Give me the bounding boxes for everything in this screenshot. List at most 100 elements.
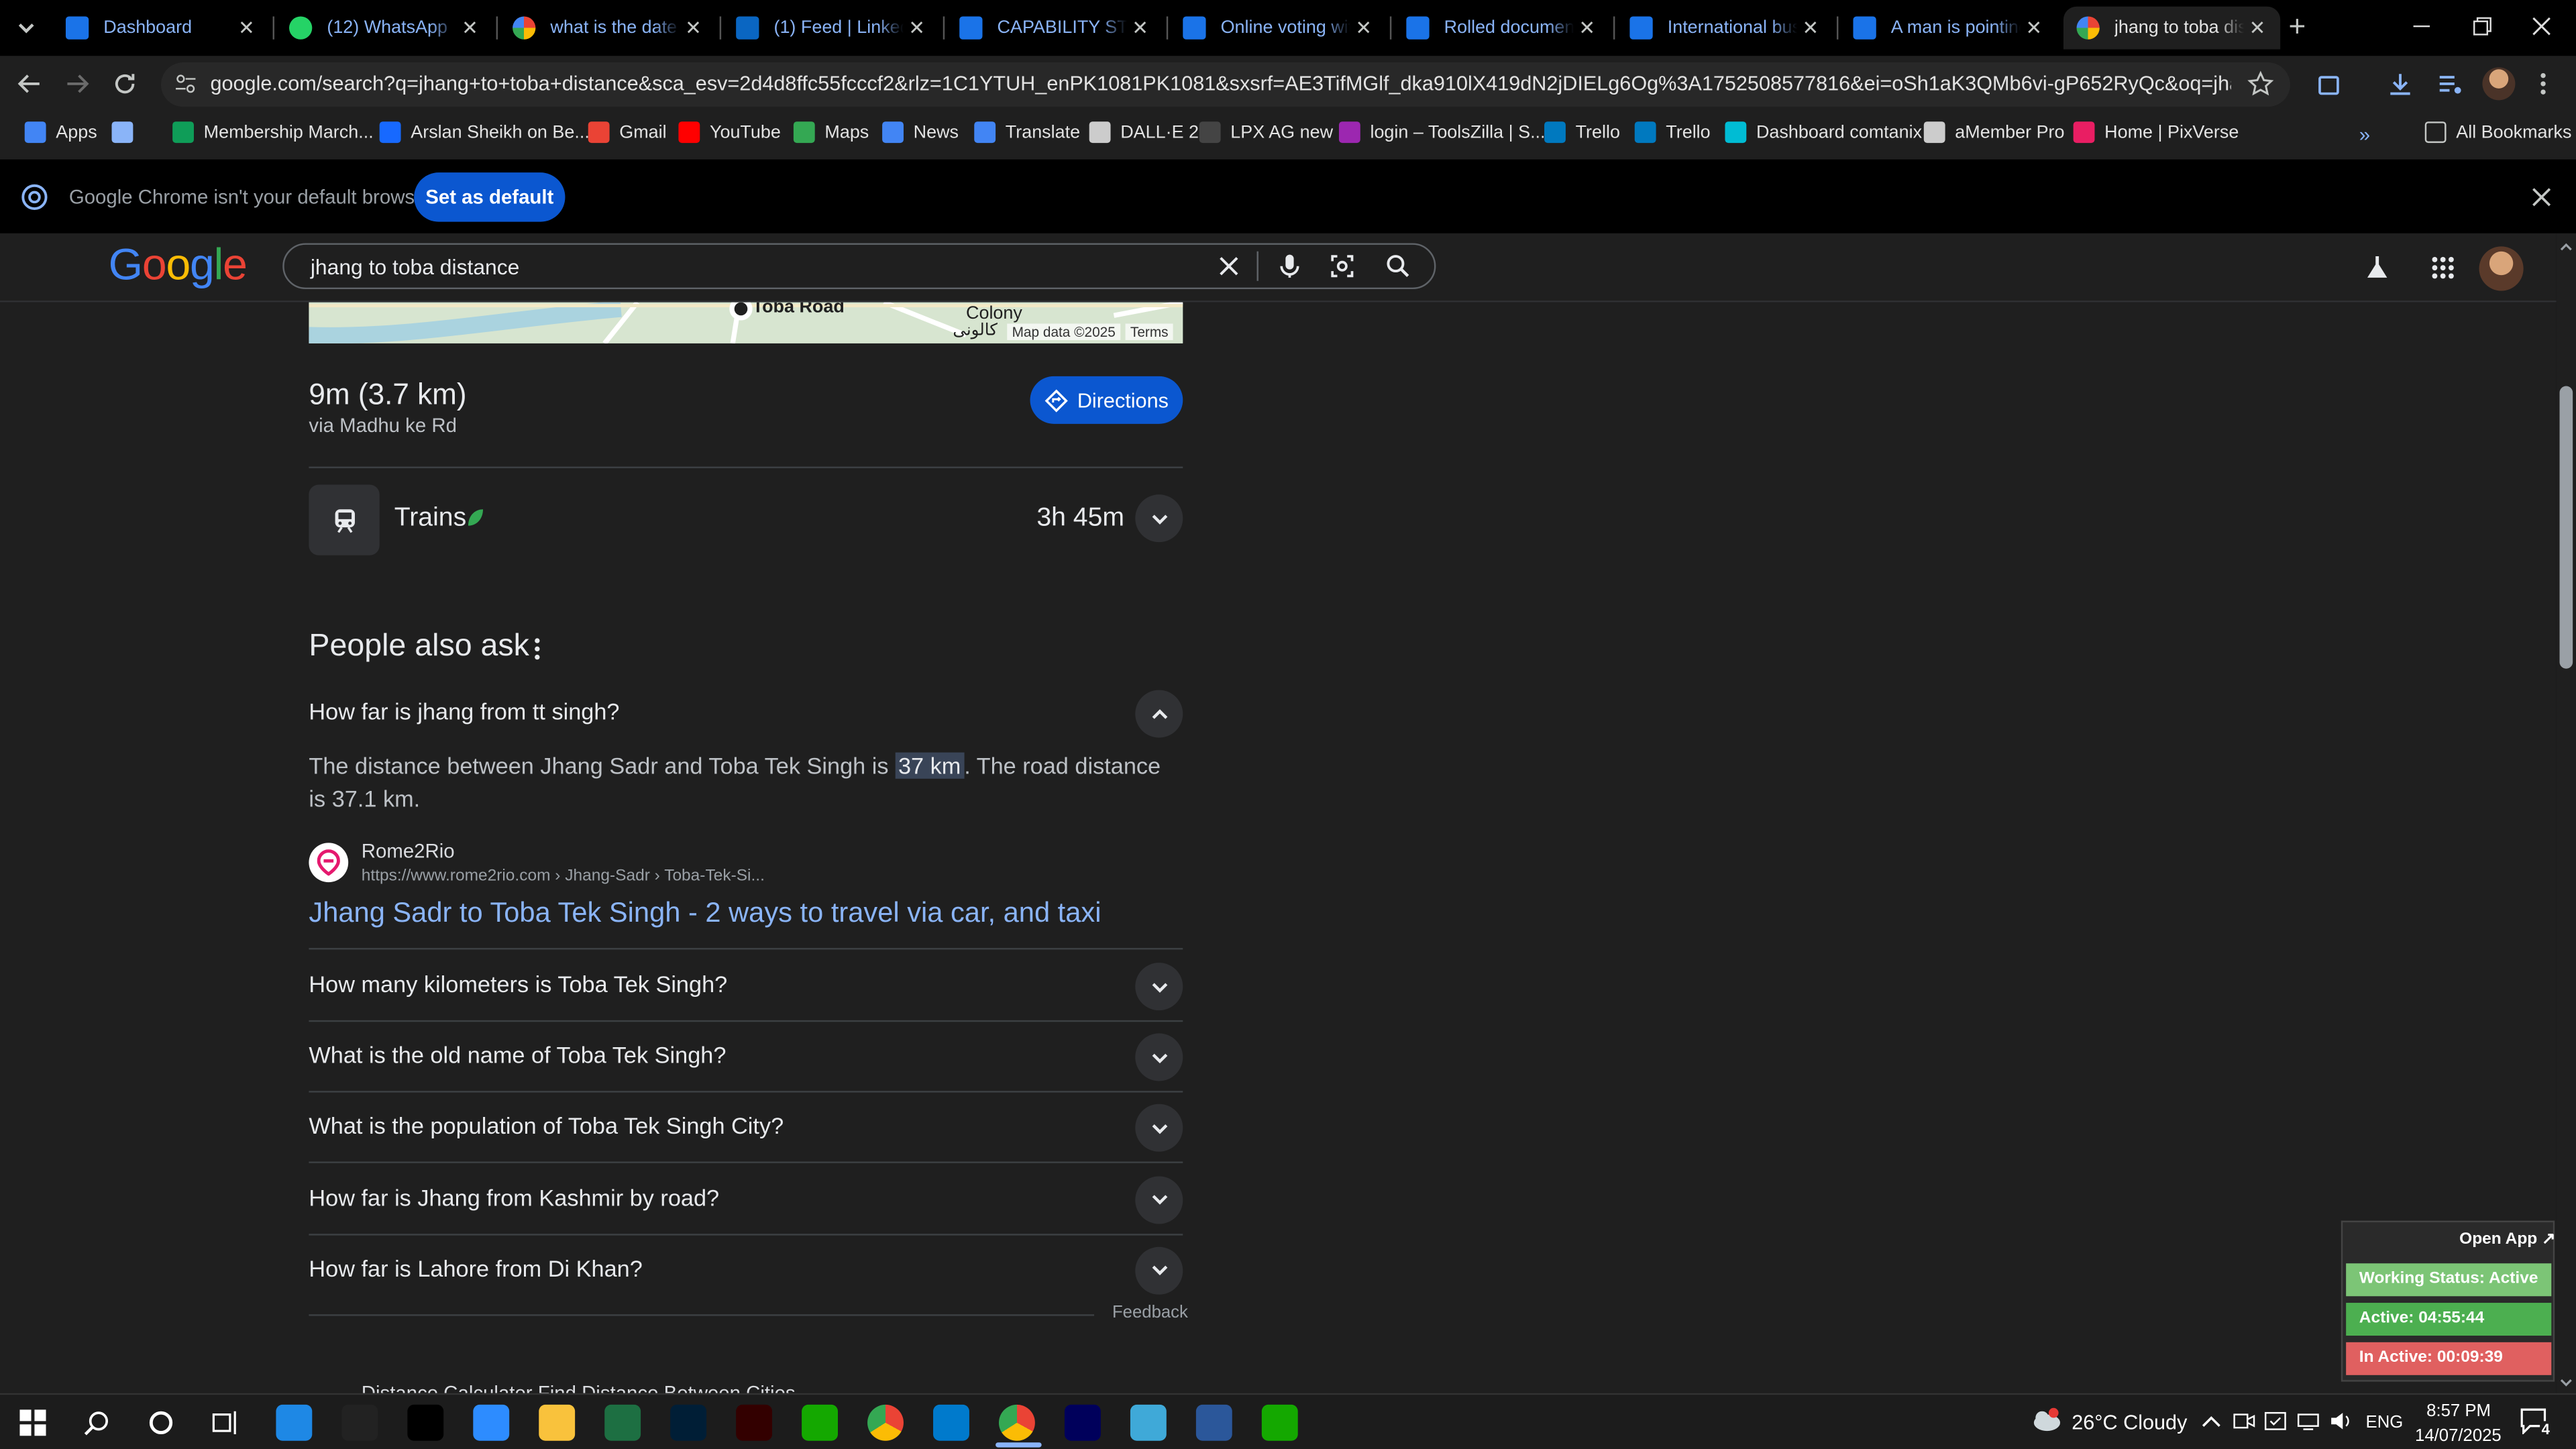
expand-chevron-icon[interactable] xyxy=(1135,963,1183,1011)
paa-question-expanded[interactable]: How far is jhang from tt singh? xyxy=(309,677,1183,747)
open-app-button[interactable]: Open App ↗ xyxy=(2459,1230,2555,1248)
excel-icon[interactable] xyxy=(604,1404,641,1441)
taskbar-search-icon[interactable] xyxy=(84,1409,110,1436)
tab-search-icon[interactable] xyxy=(13,15,40,41)
forward-icon[interactable] xyxy=(64,70,91,97)
tab-close-icon[interactable]: ✕ xyxy=(1127,16,1153,39)
language-indicator[interactable]: ENG xyxy=(2366,1413,2404,1432)
bookmark-item[interactable]: login – ToolsZilla | S... xyxy=(1338,121,1546,144)
infobar-close-icon[interactable] xyxy=(2530,186,2553,209)
trains-label[interactable]: Trains xyxy=(394,504,466,534)
tab-close-icon[interactable]: ✕ xyxy=(1797,16,1823,39)
expand-chevron-icon[interactable] xyxy=(1135,1033,1183,1081)
tab-close-icon[interactable]: ✕ xyxy=(680,16,706,39)
cortana-icon[interactable] xyxy=(148,1409,174,1436)
paa-more-icon[interactable] xyxy=(527,636,547,662)
bookmark-item[interactable]: LPX AG new xyxy=(1199,121,1333,144)
tray-security-icon[interactable] xyxy=(2264,1411,2287,1431)
weather-cloud-icon[interactable] xyxy=(2029,1406,2062,1432)
new-tab-icon[interactable]: + xyxy=(2288,11,2318,41)
tab[interactable]: CAPABILITY STATE✕ xyxy=(947,7,1163,50)
paa-question[interactable]: What is the old name of Toba Tek Singh? xyxy=(309,1020,1183,1091)
collapse-chevron-icon[interactable] xyxy=(1135,690,1183,738)
tray-meet-icon[interactable] xyxy=(2233,1411,2255,1431)
task-view-icon[interactable] xyxy=(212,1409,238,1436)
bookmark-item[interactable]: DALL·E 2 xyxy=(1089,121,1199,144)
bookmark-item[interactable]: Home | PixVerse xyxy=(2073,121,2239,144)
file-explorer-icon[interactable] xyxy=(539,1404,576,1441)
chrome-taskbar-icon[interactable] xyxy=(867,1404,904,1441)
premiere-icon[interactable] xyxy=(1064,1404,1101,1441)
word-icon[interactable] xyxy=(1195,1404,1232,1441)
clock-date[interactable]: 14/07/2025 xyxy=(2415,1426,2502,1446)
upwork-icon[interactable] xyxy=(1261,1404,1298,1441)
media-control-icon[interactable] xyxy=(2436,70,2463,97)
windows-start-icon[interactable] xyxy=(19,1409,46,1436)
bookmark-item[interactable]: aMember Pro xyxy=(1923,121,2065,144)
rome2rio-favicon-icon[interactable] xyxy=(309,843,349,883)
search-query[interactable]: jhang to toba distance xyxy=(311,255,520,280)
feedback-link[interactable]: Feedback xyxy=(1112,1303,1188,1322)
expand-chevron-icon[interactable] xyxy=(1135,1104,1183,1152)
clear-search-icon[interactable] xyxy=(1218,255,1240,278)
back-icon[interactable] xyxy=(16,70,42,97)
close-window-icon[interactable] xyxy=(2528,13,2555,40)
tab-close-icon[interactable]: ✕ xyxy=(233,16,260,39)
photoshop-icon[interactable] xyxy=(670,1404,707,1441)
url-text[interactable]: google.com/search?q=jhang+to+toba+distan… xyxy=(210,72,2231,95)
apps-grid-bookmark[interactable] xyxy=(111,121,144,144)
edge-icon[interactable] xyxy=(276,1404,313,1441)
profile-avatar[interactable] xyxy=(2482,67,2516,101)
bookmark-item[interactable]: Membership March... xyxy=(172,121,374,144)
scroll-up-icon[interactable] xyxy=(2560,240,2573,254)
voice-search-icon[interactable] xyxy=(1277,253,1303,279)
volume-icon[interactable] xyxy=(2330,1411,2353,1431)
tab[interactable]: Online voting wit ✕ xyxy=(1170,7,1387,50)
apps-bookmark[interactable]: Apps xyxy=(24,121,97,144)
bookmark-item[interactable]: Trello xyxy=(1544,121,1620,144)
result-title-link[interactable]: Jhang Sadr to Toba Tek Singh - 2 ways to… xyxy=(309,897,1101,930)
reload-icon[interactable] xyxy=(112,70,138,97)
app-icon[interactable] xyxy=(1130,1404,1167,1441)
google-apps-icon[interactable] xyxy=(2430,255,2456,281)
bookmark-item[interactable]: News xyxy=(882,121,959,144)
bookmark-item[interactable]: Trello xyxy=(1634,121,1711,144)
expand-chevron-icon[interactable] xyxy=(1135,1175,1183,1224)
tab[interactable]: Rolled document ✕ xyxy=(1393,7,1610,50)
extensions-icon[interactable] xyxy=(2316,70,2343,97)
tab-close-icon[interactable]: ✕ xyxy=(2021,16,2047,39)
address-bar[interactable]: google.com/search?q=jhang+to+toba+distan… xyxy=(161,62,2290,107)
zoom-icon[interactable] xyxy=(473,1404,510,1441)
terminal-icon[interactable] xyxy=(407,1404,444,1441)
tab-close-icon[interactable]: ✕ xyxy=(2244,16,2270,39)
scroll-down-icon[interactable] xyxy=(2560,1377,2573,1390)
bookmark-item[interactable]: Dashboard comtanix xyxy=(1725,121,1922,144)
set-as-default-button[interactable]: Set as default xyxy=(414,172,566,222)
pen-icon[interactable] xyxy=(341,1404,378,1441)
tab[interactable]: A man is pointing ✕ xyxy=(1840,7,2057,50)
tab-close-icon[interactable]: ✕ xyxy=(904,16,930,39)
download-icon[interactable] xyxy=(2387,70,2413,97)
google-account-avatar[interactable] xyxy=(2479,246,2524,291)
expand-chevron-icon[interactable] xyxy=(1135,1246,1183,1295)
search-icon[interactable] xyxy=(1385,253,1411,279)
tab-close-icon[interactable]: ✕ xyxy=(457,16,483,39)
next-result-title[interactable]: Distance Calculator Find Distance Betwee… xyxy=(362,1382,796,1393)
minimize-icon[interactable] xyxy=(2408,13,2434,40)
bookmark-item[interactable]: Maps xyxy=(793,121,869,144)
restore-icon[interactable] xyxy=(2469,13,2496,40)
source-url[interactable]: https://www.rome2rio.com › Jhang-Sadr › … xyxy=(362,867,765,885)
labs-flask-icon[interactable] xyxy=(2364,255,2390,281)
tab[interactable]: what is the date o ✕ xyxy=(499,7,716,50)
tray-chevron-icon[interactable] xyxy=(2202,1413,2221,1429)
paa-question[interactable]: What is the population of Toba Tek Singh… xyxy=(309,1091,1183,1162)
trains-expand-chevron-icon[interactable] xyxy=(1135,494,1183,543)
directions-button[interactable]: Directions xyxy=(1030,376,1183,424)
menu-kebab-icon[interactable] xyxy=(2536,70,2550,97)
source-name[interactable]: Rome2Rio xyxy=(362,839,455,862)
tab-close-icon[interactable]: ✕ xyxy=(1350,16,1377,39)
illustrator-icon[interactable] xyxy=(736,1404,773,1441)
paa-question[interactable]: How far is Lahore from Di Khan? xyxy=(309,1234,1183,1304)
clock-time[interactable]: 8:57 PM xyxy=(2426,1401,2491,1421)
map-terms-link[interactable]: Terms xyxy=(1125,323,1173,340)
